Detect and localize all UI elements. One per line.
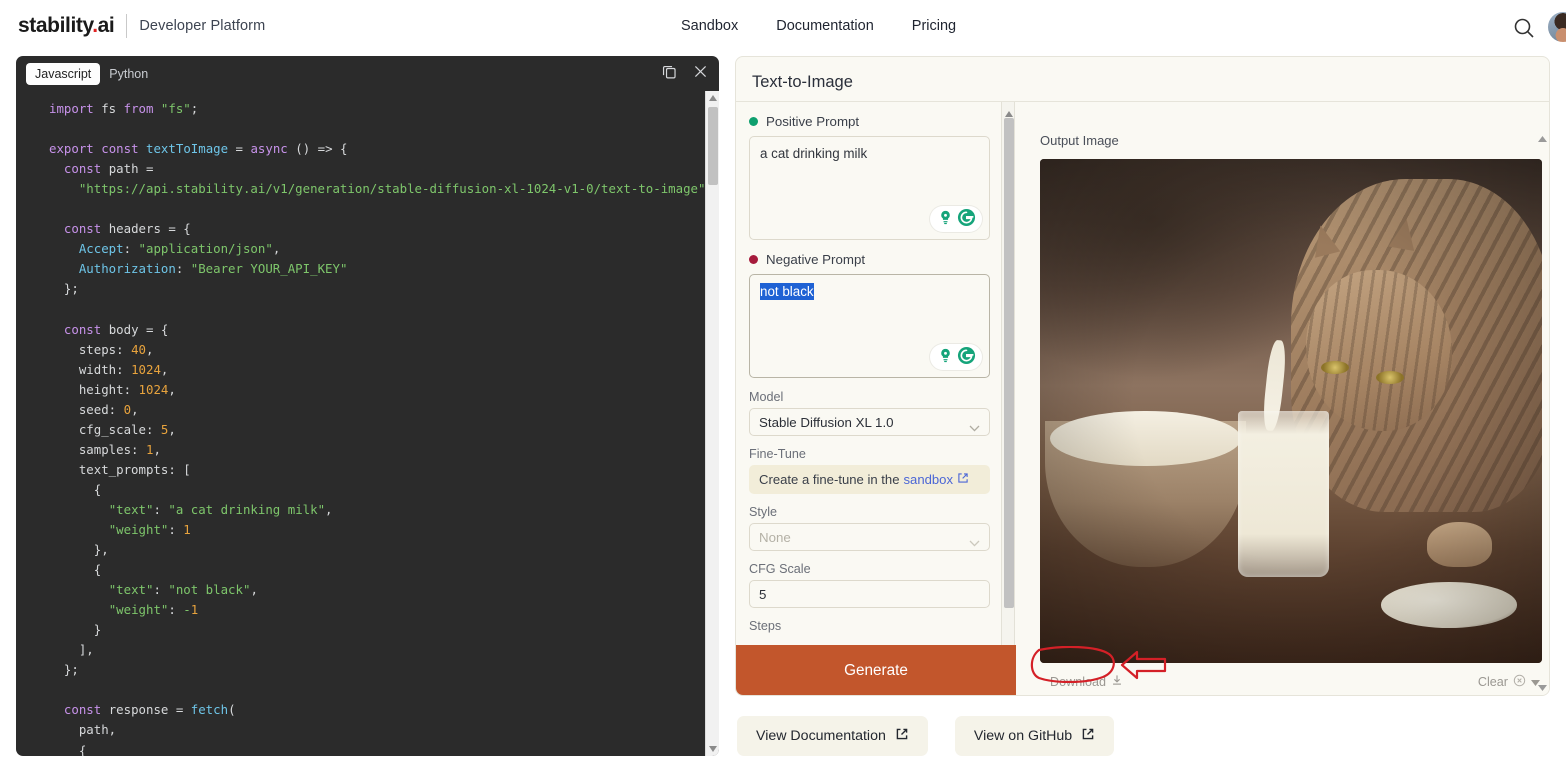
- negative-prompt-dot: [749, 255, 758, 264]
- download-icon: [1111, 674, 1123, 689]
- model-label: Model: [749, 390, 784, 404]
- output-column: Output Image Download Clear: [1017, 102, 1549, 695]
- model-select[interactable]: Stable Diffusion XL 1.0: [749, 408, 990, 436]
- output-footer: Download Clear: [1040, 672, 1542, 694]
- code-content: import fs from "fs"; export const textTo…: [49, 101, 713, 756]
- positive-prompt-value: a cat drinking milk: [760, 146, 868, 161]
- logo-text: stability.ai: [18, 14, 115, 38]
- view-documentation-label: View Documentation: [756, 728, 886, 744]
- external-link-icon: [1081, 727, 1095, 745]
- positive-prompt-label-text: Positive Prompt: [766, 114, 860, 129]
- negative-prompt-label-text: Negative Prompt: [766, 252, 866, 267]
- download-label: Download: [1050, 674, 1107, 689]
- grammarly-widget[interactable]: [930, 344, 982, 370]
- positive-prompt-dot: [749, 117, 758, 126]
- close-icon[interactable]: [692, 63, 709, 80]
- grammarly-lightbulb-icon[interactable]: [937, 209, 954, 229]
- positive-prompt-label: Positive Prompt: [749, 114, 1002, 129]
- nav-item-documentation[interactable]: Documentation: [776, 18, 874, 34]
- logo-main: stability: [18, 14, 93, 37]
- code-editor[interactable]: import fs from "fs"; export const textTo…: [16, 91, 719, 756]
- fine-tune-sandbox-link[interactable]: sandbox: [903, 472, 953, 487]
- page-title: Text-to-Image: [752, 73, 853, 91]
- chevron-down-icon: [969, 420, 980, 435]
- external-link-icon: [895, 727, 909, 745]
- clear-label: Clear: [1477, 675, 1508, 689]
- output-image: [1040, 159, 1542, 663]
- scroll-up-icon[interactable]: [706, 91, 719, 105]
- logo-divider: [126, 14, 128, 38]
- tab-javascript[interactable]: Javascript: [26, 62, 101, 85]
- code-language-tabs: Javascript Python: [16, 56, 719, 91]
- main-nav: Sandbox Documentation Pricing: [681, 18, 956, 34]
- scroll-down-icon[interactable]: [1538, 678, 1547, 695]
- controls-scrollbar[interactable]: [1001, 102, 1015, 695]
- brand-logo[interactable]: stability.ai Developer Platform: [18, 14, 265, 38]
- nav-item-pricing[interactable]: Pricing: [912, 18, 956, 34]
- view-on-github-label: View on GitHub: [973, 728, 1073, 744]
- code-scrollbar[interactable]: [705, 91, 719, 756]
- generate-button[interactable]: Generate: [736, 645, 1016, 695]
- cfg-scale-input[interactable]: 5: [749, 580, 990, 608]
- tab-python[interactable]: Python: [100, 63, 157, 85]
- cfg-scale-value: 5: [759, 586, 767, 602]
- negative-prompt-value: not black: [760, 283, 814, 300]
- grammarly-widget[interactable]: [930, 206, 982, 232]
- nav-item-sandbox[interactable]: Sandbox: [681, 18, 738, 34]
- grammarly-g-icon[interactable]: [957, 208, 976, 230]
- style-value: None: [759, 529, 791, 545]
- positive-prompt-input[interactable]: a cat drinking milk: [749, 136, 990, 240]
- footer-actions: View Documentation View on GitHub: [737, 716, 1115, 756]
- search-icon[interactable]: [1512, 16, 1536, 40]
- view-documentation-button[interactable]: View Documentation: [737, 716, 928, 756]
- scroll-up-icon[interactable]: [1538, 129, 1547, 147]
- output-scrollbar[interactable]: [1536, 102, 1549, 695]
- controls-scroll-thumb[interactable]: [1004, 118, 1014, 608]
- code-panel: Javascript Python import fs from "fs"; e…: [16, 56, 719, 756]
- avatar[interactable]: [1548, 12, 1566, 42]
- site-header: stability.ai Developer Platform Sandbox …: [0, 0, 1566, 53]
- style-label: Style: [749, 505, 777, 519]
- text-to-image-panel: Text-to-Image Positive Prompt a cat drin…: [735, 56, 1550, 696]
- output-image-label: Output Image: [1040, 133, 1119, 148]
- clear-button[interactable]: Clear: [1478, 674, 1540, 690]
- view-on-github-button[interactable]: View on GitHub: [954, 716, 1115, 756]
- fine-tune-label: Fine-Tune: [749, 447, 806, 461]
- negative-prompt-input[interactable]: not black: [749, 274, 990, 378]
- logo-ai: ai: [97, 14, 115, 37]
- logo-subtitle: Developer Platform: [139, 18, 266, 34]
- grammarly-lightbulb-icon[interactable]: [937, 347, 954, 367]
- style-select[interactable]: None: [749, 523, 990, 551]
- clear-circle-x-icon: [1513, 674, 1526, 690]
- chevron-down-icon: [969, 535, 980, 550]
- controls-column: Positive Prompt a cat drinking milk Nega…: [736, 102, 1016, 695]
- code-panel-actions: [661, 63, 709, 80]
- scroll-down-icon[interactable]: [706, 742, 719, 756]
- fine-tune-banner: Create a fine-tune in the sandbox: [749, 465, 990, 494]
- cfg-scale-label: CFG Scale: [749, 562, 811, 576]
- download-button[interactable]: Download: [1050, 674, 1123, 689]
- grammarly-g-icon[interactable]: [957, 346, 976, 368]
- copy-icon[interactable]: [661, 63, 678, 80]
- negative-prompt-label: Negative Prompt: [749, 252, 1002, 267]
- fine-tune-text: Create a fine-tune in the: [759, 472, 900, 487]
- external-link-icon: [957, 472, 969, 487]
- model-value: Stable Diffusion XL 1.0: [759, 414, 894, 430]
- code-scroll-thumb[interactable]: [708, 107, 718, 185]
- steps-label: Steps: [749, 619, 782, 633]
